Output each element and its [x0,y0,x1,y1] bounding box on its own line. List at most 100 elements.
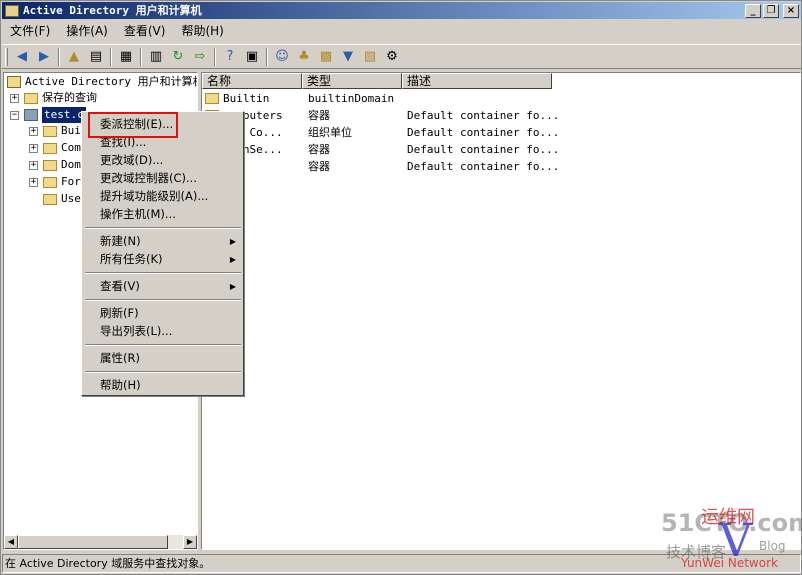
toolbar-separator [214,47,216,66]
menu-file[interactable]: 文件(F) [2,21,58,42]
expand-icon[interactable]: + [29,160,38,170]
menu-separator [85,344,241,346]
menu-bar: 文件(F) 操作(A) 查看(V) 帮助(H) [2,21,801,42]
list-item-type: 容器 [308,160,330,173]
submenu-arrow-icon: ▶ [229,255,236,264]
scroll-left-icon[interactable]: ◀ [4,535,18,549]
menu-separator [85,272,241,274]
new-user-icon[interactable]: ☺ [271,47,293,67]
up-icon[interactable]: ▲ [63,47,85,67]
collapse-icon[interactable]: − [10,110,19,120]
tree-root[interactable]: Active Directory 用户和计算机 [7,74,197,90]
properties-icon[interactable]: ▥ [145,47,167,67]
list-item-type: 容器 [308,109,330,122]
add-to-group-icon[interactable]: ▧ [359,47,381,67]
menu-item-refresh[interactable]: 刷新(F) [84,305,242,322]
export-icon[interactable]: ⇨ [189,47,211,67]
menu-item-view-label: 查看(V) [100,279,140,293]
minimize-button[interactable]: _ [745,3,761,18]
list-item[interactable]: rs 容器 Default container fo... [202,158,800,175]
list-item[interactable]: Builtin builtinDomain [202,90,800,107]
expand-icon[interactable]: + [29,126,38,136]
list-item-description: Default container fo... [407,143,557,156]
menu-item-operations-masters[interactable]: 操作主机(M)... [84,206,242,223]
list-pane[interactable]: 名称 类型 描述 Builtin builtinDomain Computers… [201,72,801,550]
tree-item-builtin[interactable]: + Bui [29,123,81,139]
toolbar-separator [110,47,112,66]
list-item[interactable]: eignSe... 容器 Default container fo... [202,141,800,158]
title-bar[interactable]: Active Directory 用户和计算机 _ ❐ × [2,2,801,19]
list-item[interactable]: Computers 容器 Default container fo... [202,107,800,124]
menu-item-export-list[interactable]: 导出列表(L)... [84,323,242,340]
window-title: Active Directory 用户和计算机 [23,4,202,17]
menu-item-help[interactable]: 帮助(H) [84,377,242,394]
new-ou-icon[interactable]: ▩ [315,47,337,67]
menu-item-properties[interactable]: 属性(R) [84,350,242,367]
menu-view[interactable]: 查看(V) [116,21,174,42]
tree-item-label: Dom [61,158,81,171]
folder-icon [24,92,38,104]
folder-icon [205,93,219,104]
column-header-description[interactable]: 描述 [402,73,552,89]
menu-item-all-tasks-label: 所有任务(K) [100,252,163,266]
list-item[interactable]: ain Co... 组织单位 Default container fo... [202,124,800,141]
app-icon [5,4,19,17]
list-item-name: Builtin [223,92,270,105]
toolbar-grip [5,47,8,66]
close-button[interactable]: × [783,3,799,18]
refresh-icon[interactable]: ↻ [167,47,189,67]
list-item-type: builtinDomain [308,92,395,105]
submenu-arrow-icon: ▶ [229,282,236,291]
new-group-icon[interactable]: ♣ [293,47,315,67]
restore-button[interactable]: ❐ [763,3,779,18]
view-icon[interactable]: ▣ [241,47,263,67]
copy-icon[interactable]: ▦ [115,47,137,67]
tree-item-label: Bui [61,124,81,137]
tree-item-foreign-security[interactable]: + For [29,174,81,190]
tree-item-label: Use [61,192,81,205]
directory-icon [7,76,21,88]
scroll-right-icon[interactable]: ▶ [183,535,197,549]
toolbar-separator [140,47,142,66]
menu-item-new-label: 新建(N) [100,234,141,248]
menu-item-new[interactable]: 新建(N) ▶ [84,233,242,250]
tree-item-domain[interactable]: − test.c [10,107,86,123]
column-header-name[interactable]: 名称 [202,73,302,89]
list-item-description: Default container fo... [407,160,557,173]
folder-icon [43,193,57,205]
tree-item-computers[interactable]: + Com [29,140,81,156]
delegate-icon[interactable]: ⚙ [381,47,403,67]
list-item-description: Default container fo... [407,126,557,139]
expand-icon[interactable]: + [29,177,38,187]
toolbar-separator [266,47,268,66]
forward-icon[interactable]: ▶ [33,47,55,67]
menu-separator [85,371,241,373]
tree-item-domain-controllers[interactable]: + Dom [29,157,81,173]
menu-item-change-dc[interactable]: 更改域控制器(C)... [84,170,242,187]
expand-icon[interactable]: + [10,93,19,103]
tree-item-label: test.c [42,107,86,123]
scrollbar-track[interactable] [18,535,183,549]
list-item-type: 组织单位 [308,126,352,139]
folder-icon [43,176,57,188]
menu-help[interactable]: 帮助(H) [173,21,231,42]
filter-icon[interactable]: ▼ [337,47,359,67]
expand-icon[interactable]: + [29,143,38,153]
menu-item-all-tasks[interactable]: 所有任务(K) ▶ [84,251,242,268]
scrollbar-thumb[interactable] [18,535,168,549]
tree-item-users[interactable]: Use [43,191,81,207]
show-tree-icon[interactable]: ▤ [85,47,107,67]
help-icon[interactable]: ? [219,47,241,67]
menu-action[interactable]: 操作(A) [58,21,116,42]
menu-item-raise-level[interactable]: 提升域功能级别(A)... [84,188,242,205]
menu-item-change-domain[interactable]: 更改域(D)... [84,152,242,169]
back-icon[interactable]: ◀ [11,47,33,67]
column-header-type[interactable]: 类型 [302,73,402,89]
folder-icon [43,142,57,154]
context-menu: 委派控制(E)... 查找(I)... 更改域(D)... 更改域控制器(C).… [81,111,244,396]
tree-horizontal-scrollbar[interactable]: ◀ ▶ [4,535,197,549]
menu-item-view[interactable]: 查看(V) ▶ [84,278,242,295]
tree-item-label: For [61,175,81,188]
tree-item-saved-queries[interactable]: + 保存的查询 [10,90,97,106]
menu-separator [85,299,241,301]
